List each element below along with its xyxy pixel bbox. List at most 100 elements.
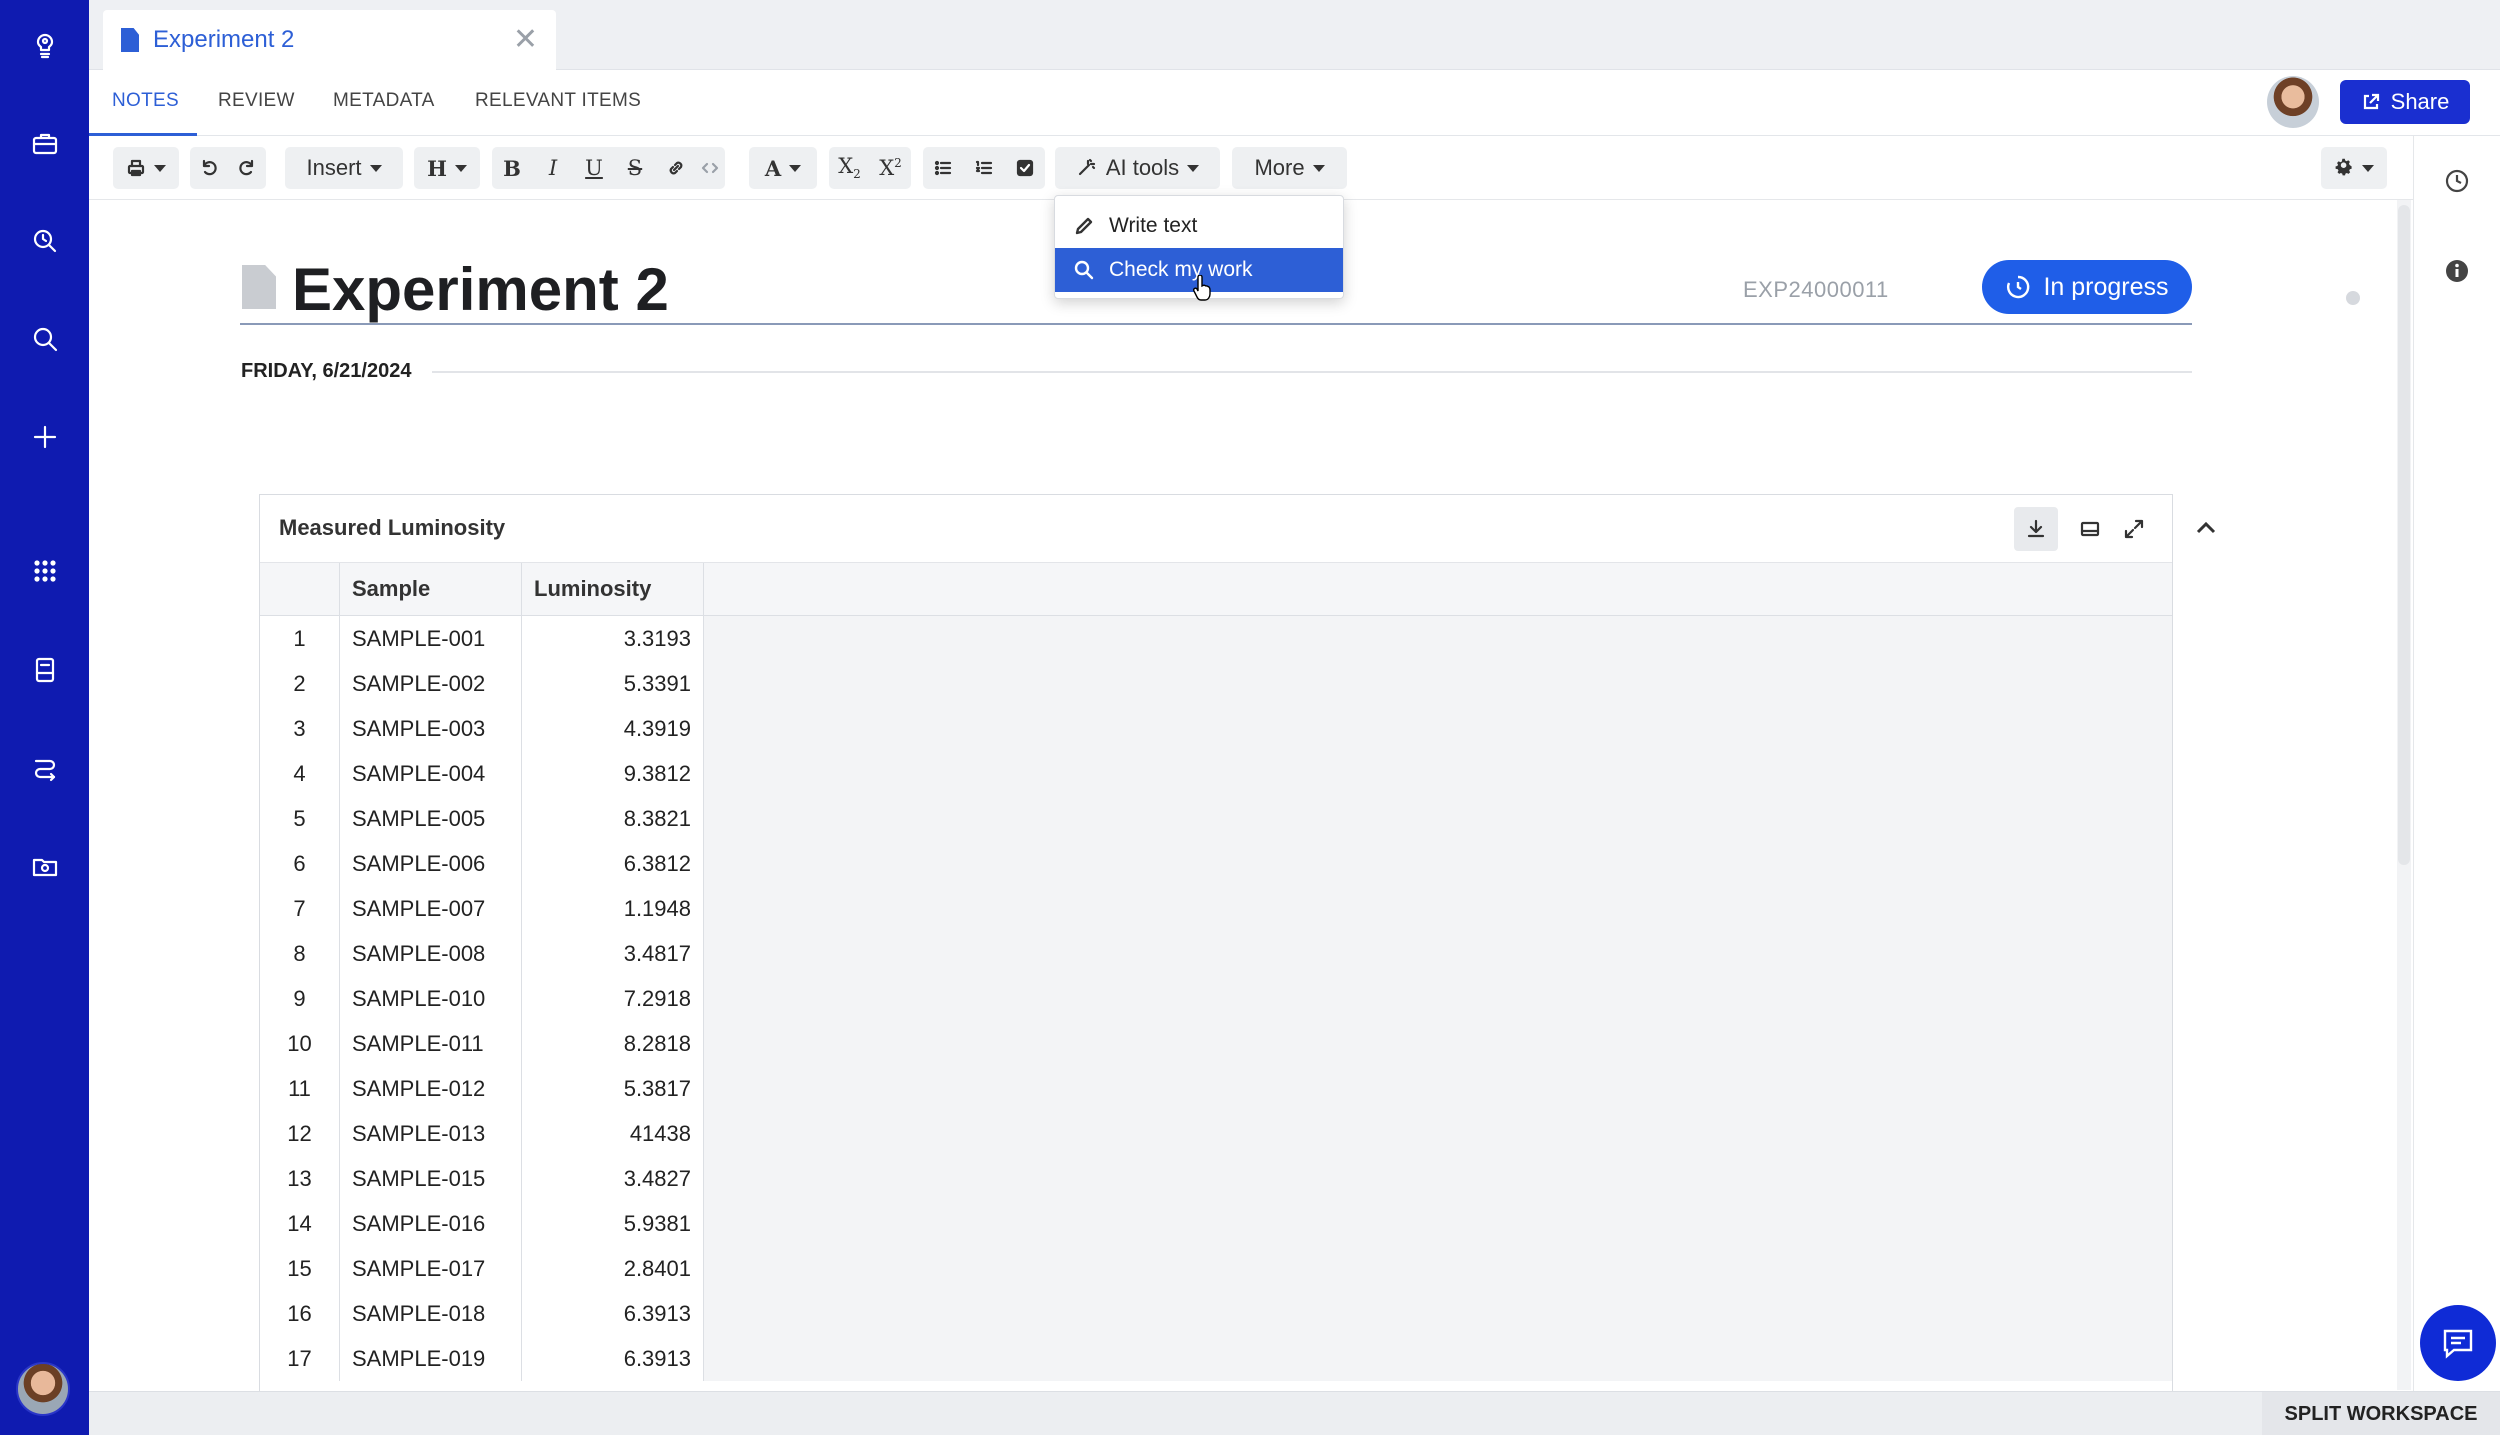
luminosity-cell[interactable]: 5.9381 (522, 1201, 704, 1246)
sample-cell[interactable]: SAMPLE-013 (340, 1111, 522, 1156)
sample-cell[interactable]: SAMPLE-007 (340, 886, 522, 931)
sample-cell[interactable]: SAMPLE-011 (340, 1021, 522, 1066)
row-index[interactable]: 3 (260, 706, 340, 751)
sample-cell[interactable]: SAMPLE-003 (340, 706, 522, 751)
search-history-icon[interactable] (20, 216, 70, 266)
sample-cell[interactable]: SAMPLE-005 (340, 796, 522, 841)
info-icon[interactable] (2440, 254, 2474, 288)
sample-cell[interactable]: SAMPLE-010 (340, 976, 522, 1021)
font-color-dropdown[interactable]: A (749, 147, 817, 189)
numbered-list-button[interactable] (964, 147, 1004, 189)
row-index[interactable]: 10 (260, 1021, 340, 1066)
sample-cell[interactable]: SAMPLE-019 (340, 1336, 522, 1381)
row-index[interactable]: 13 (260, 1156, 340, 1201)
workflow-icon[interactable] (20, 743, 70, 793)
notebook-icon[interactable] (20, 645, 70, 695)
strikethrough-button[interactable]: S (615, 147, 655, 189)
luminosity-cell[interactable]: 5.3391 (522, 661, 704, 706)
folder-camera-icon[interactable] (20, 841, 70, 891)
heading-dropdown[interactable]: H (414, 147, 480, 189)
row-index[interactable]: 17 (260, 1336, 340, 1381)
collapse-button[interactable] (2186, 508, 2226, 548)
link-button[interactable] (656, 147, 696, 189)
print-button[interactable] (113, 147, 179, 189)
luminosity-cell[interactable]: 8.2818 (522, 1021, 704, 1066)
luminosity-cell[interactable]: 2.8401 (522, 1246, 704, 1291)
sample-cell[interactable]: SAMPLE-017 (340, 1246, 522, 1291)
underline-button[interactable]: U (574, 147, 614, 189)
insert-dropdown[interactable]: Insert (285, 147, 403, 189)
app-logo-icon[interactable] (20, 20, 70, 70)
sample-cell[interactable]: SAMPLE-008 (340, 931, 522, 976)
close-icon[interactable]: ✕ (513, 25, 538, 55)
document-tab[interactable]: Experiment 2 ✕ (103, 10, 556, 70)
settings-dropdown[interactable] (2321, 147, 2387, 189)
ai-tools-dropdown[interactable]: AI tools (1055, 147, 1220, 189)
search-icon[interactable] (20, 314, 70, 364)
history-clock-icon[interactable] (2440, 164, 2474, 198)
luminosity-cell[interactable]: 6.3812 (522, 841, 704, 886)
luminosity-cell[interactable]: 9.3812 (522, 751, 704, 796)
luminosity-cell[interactable]: 5.3817 (522, 1066, 704, 1111)
sample-cell[interactable]: SAMPLE-001 (340, 616, 522, 661)
tab-notes[interactable]: NOTES (112, 90, 179, 112)
luminosity-cell[interactable]: 7.2918 (522, 976, 704, 1021)
subscript-button[interactable]: X2 (829, 147, 870, 189)
status-button[interactable]: In progress (1982, 260, 2192, 314)
luminosity-cell[interactable]: 8.3821 (522, 796, 704, 841)
apps-grid-icon[interactable] (20, 546, 70, 596)
column-header-sample[interactable]: Sample (340, 563, 522, 615)
row-index[interactable]: 12 (260, 1111, 340, 1156)
sample-cell[interactable]: SAMPLE-012 (340, 1066, 522, 1111)
row-index[interactable]: 5 (260, 796, 340, 841)
row-index[interactable]: 16 (260, 1291, 340, 1336)
sample-cell[interactable]: SAMPLE-016 (340, 1201, 522, 1246)
page-title[interactable]: Experiment 2 (292, 255, 669, 324)
row-index[interactable]: 6 (260, 841, 340, 886)
more-dropdown[interactable]: More (1232, 147, 1347, 189)
row-index[interactable]: 1 (260, 616, 340, 661)
sample-cell[interactable]: SAMPLE-018 (340, 1291, 522, 1336)
avatar[interactable] (2267, 76, 2319, 128)
checklist-button[interactable] (1005, 147, 1045, 189)
sample-cell[interactable]: SAMPLE-006 (340, 841, 522, 886)
split-workspace-button[interactable]: SPLIT WORKSPACE (2262, 1392, 2500, 1435)
share-button[interactable]: Share (2340, 80, 2470, 124)
row-index[interactable]: 7 (260, 886, 340, 931)
menu-item-write-text[interactable]: Write text (1055, 204, 1343, 248)
luminosity-cell[interactable]: 3.4827 (522, 1156, 704, 1201)
row-index[interactable]: 14 (260, 1201, 340, 1246)
redo-button[interactable] (228, 147, 266, 189)
luminosity-cell[interactable]: 3.3193 (522, 616, 704, 661)
sample-cell[interactable]: SAMPLE-002 (340, 661, 522, 706)
luminosity-cell[interactable]: 1.1948 (522, 886, 704, 931)
expand-button[interactable] (2112, 507, 2156, 551)
row-index[interactable]: 4 (260, 751, 340, 796)
bold-button[interactable]: B (492, 147, 532, 189)
row-index[interactable]: 8 (260, 931, 340, 976)
panel-toggle-button[interactable] (2068, 507, 2112, 551)
luminosity-cell[interactable]: 4.3919 (522, 706, 704, 751)
row-index[interactable]: 2 (260, 661, 340, 706)
row-index[interactable]: 15 (260, 1246, 340, 1291)
superscript-button[interactable]: X2 (870, 147, 911, 189)
download-button[interactable] (2014, 507, 2058, 551)
sample-cell[interactable]: SAMPLE-015 (340, 1156, 522, 1201)
briefcase-icon[interactable] (20, 118, 70, 168)
luminosity-cell[interactable]: 6.3913 (522, 1291, 704, 1336)
table-title[interactable]: Measured Luminosity (279, 515, 505, 541)
nav-user-avatar[interactable] (16, 1362, 70, 1416)
luminosity-cell[interactable]: 6.3913 (522, 1336, 704, 1381)
tab-relevant-items[interactable]: RELEVANT ITEMS (475, 90, 641, 112)
row-index[interactable]: 9 (260, 976, 340, 1021)
chat-button[interactable] (2420, 1305, 2496, 1381)
tab-metadata[interactable]: METADATA (333, 90, 435, 112)
luminosity-cell[interactable]: 3.4817 (522, 931, 704, 976)
italic-button[interactable]: I (533, 147, 573, 189)
luminosity-cell[interactable]: 41438 (522, 1111, 704, 1156)
code-button[interactable] (694, 147, 725, 189)
sample-cell[interactable]: SAMPLE-004 (340, 751, 522, 796)
row-index[interactable]: 11 (260, 1066, 340, 1111)
undo-button[interactable] (190, 147, 228, 189)
scrollbar-thumb[interactable] (2398, 205, 2410, 865)
